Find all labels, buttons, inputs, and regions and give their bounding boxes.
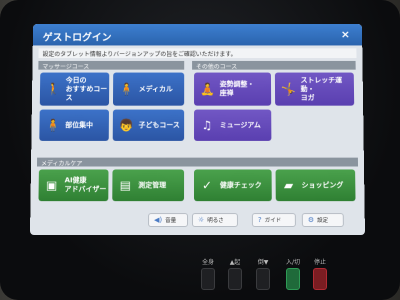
tile-label: 健康チェック (219, 180, 262, 189)
body-icon: 🧍 (118, 82, 134, 96)
clipboard-icon: ▤ (119, 178, 132, 193)
ai-icon: ▣ (45, 178, 58, 193)
sun-icon: ☼ (197, 216, 205, 225)
tile-ai-advisor[interactable]: ▣ AI健康 アドバイザー (38, 169, 109, 202)
tile-medical[interactable]: 🧍 メディカル (112, 72, 185, 106)
guide-label: ガイド (264, 218, 282, 225)
settings-button[interactable]: ⚙ 設定 (301, 213, 344, 228)
hw-label-stop: 停止 (313, 259, 326, 266)
tile-label: 姿勢調整・ 座禅 (219, 80, 255, 97)
stop-button[interactable] (313, 268, 327, 290)
brightness-button[interactable]: ☼ 明るさ (192, 213, 238, 228)
tile-shopping[interactable]: ▰ ショッピング (275, 169, 356, 202)
tile-kids-course[interactable]: 👦 子どもコース (112, 109, 185, 141)
speaker-icon: ◀) (154, 216, 163, 225)
hw-label-all-body: 全身 (201, 259, 214, 266)
hw-label-up: ▲起 (229, 259, 241, 266)
tile-label: 子どもコース (138, 120, 180, 129)
tile-label: ショッピング (301, 180, 344, 189)
close-button[interactable]: × (338, 28, 352, 41)
gear-icon: ⚙ (307, 216, 315, 225)
tile-stretch-yoga[interactable]: 🤸 ストレッチ運動・ ヨガ (274, 72, 355, 106)
music-icon: ♫ (201, 118, 213, 133)
guide-button[interactable]: ? ガイド (251, 213, 296, 228)
tile-museum[interactable]: ♫ ミュージアム (194, 109, 272, 141)
tile-label: ストレッチ運動・ ヨガ (300, 75, 343, 102)
question-icon: ? (257, 216, 262, 225)
posture-icon: 🧘 (199, 82, 215, 96)
power-button[interactable] (286, 268, 300, 290)
tile-measurement[interactable]: ▤ 測定管理 (112, 169, 185, 202)
tile-health-check[interactable]: ✓ 健康チェック (194, 169, 272, 202)
tile-body-part[interactable]: 🧍 部位集中 (39, 109, 109, 141)
tile-label: AI健康 アドバイザー (64, 176, 107, 194)
recline-up-button[interactable] (228, 268, 242, 290)
person-walking-icon: 🚶 (45, 82, 61, 96)
stretch-icon: 🤸 (280, 82, 296, 96)
hw-label-power: 入/切 (285, 259, 301, 266)
check-icon: ✓ (201, 178, 212, 193)
section-massage: マッサージコース (38, 60, 185, 71)
volume-button[interactable]: ◀) 音量 (148, 213, 189, 228)
touch-screen: ゲストログイン × 設定のタブレット情報よりバージョンアップの旨をご確認いただけ… (30, 24, 365, 235)
tile-label: ミュージアム (219, 120, 261, 129)
tile-label: 今日の おすすめコース (65, 75, 108, 102)
child-icon: 👦 (118, 118, 134, 133)
body-part-icon: 🧍 (45, 118, 61, 133)
brightness-label: 明るさ (207, 218, 224, 225)
recline-down-button[interactable] (256, 268, 270, 290)
tile-label: 測定管理 (138, 180, 167, 189)
section-other: その他のコース (192, 60, 356, 71)
settings-label: 設定 (317, 218, 329, 225)
tile-label: 部位集中 (65, 120, 94, 129)
tile-recommended-course[interactable]: 🚶 今日の おすすめコース (39, 72, 110, 106)
bag-icon: ▰ (283, 178, 294, 193)
tile-posture[interactable]: 🧘 姿勢調整・ 座禅 (194, 72, 272, 106)
notice-text: 設定のタブレット情報よりバージョンアップの旨をご確認いただけます。 (38, 48, 357, 59)
hw-label-down: 倒▼ (257, 259, 269, 266)
section-medical: メディカルケア (36, 157, 359, 167)
tile-label: メディカル (138, 84, 173, 93)
title-bar: ゲストログイン × (32, 24, 363, 46)
volume-label: 音量 (165, 218, 177, 225)
all-body-button[interactable] (201, 268, 215, 290)
window-title: ゲストログイン (42, 32, 112, 44)
